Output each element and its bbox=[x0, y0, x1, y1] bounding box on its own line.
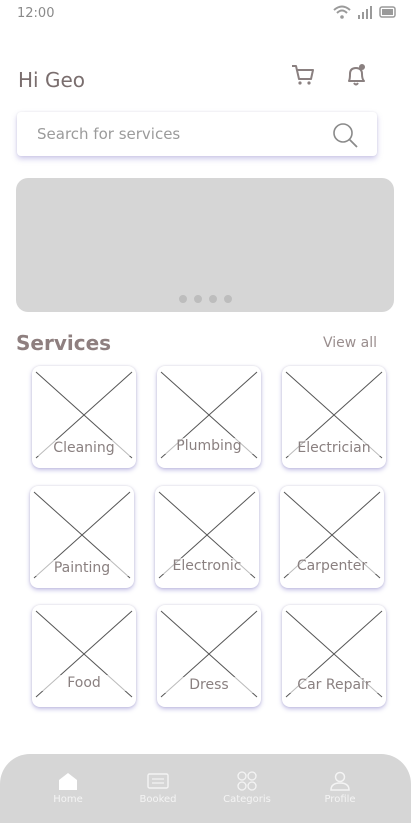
image-placeholder-icon bbox=[35, 610, 133, 698]
wifi-icon bbox=[333, 5, 351, 19]
nav-label: Profile bbox=[324, 794, 356, 805]
service-label: Electronic bbox=[155, 558, 259, 574]
services-title: Services bbox=[16, 331, 112, 355]
greeting-text: Hi Geo bbox=[18, 68, 85, 92]
service-card-dress[interactable]: Dress bbox=[157, 605, 261, 707]
carousel-dots bbox=[179, 295, 232, 303]
status-bar: 12:00 bbox=[0, 0, 411, 28]
bell-icon[interactable] bbox=[343, 62, 369, 88]
home-icon bbox=[59, 773, 77, 790]
service-label: Carpenter bbox=[280, 558, 384, 574]
nav-label: Booked bbox=[139, 794, 177, 805]
service-card-car-repair[interactable]: Car Repair bbox=[282, 605, 386, 707]
service-label: Plumbing bbox=[157, 438, 261, 454]
service-card-food[interactable]: Food bbox=[32, 605, 136, 707]
carousel-dot[interactable] bbox=[179, 295, 187, 303]
profile-icon bbox=[330, 771, 350, 791]
service-label: Car Repair bbox=[282, 677, 386, 693]
promo-banner[interactable] bbox=[16, 178, 394, 312]
service-card-plumbing[interactable]: Plumbing bbox=[157, 366, 261, 468]
categories-icon bbox=[237, 771, 257, 791]
service-label: Painting bbox=[30, 560, 134, 576]
view-all-link[interactable]: View all bbox=[323, 335, 377, 351]
bottom-nav: Home Booked Categoris Profile bbox=[0, 754, 411, 823]
search-input[interactable]: Search for services bbox=[37, 125, 180, 143]
service-label: Cleaning bbox=[32, 440, 136, 456]
nav-label: Categoris bbox=[223, 794, 271, 805]
search-bar[interactable]: Search for services bbox=[17, 112, 377, 156]
status-time: 12:00 bbox=[17, 6, 55, 21]
nav-item-booked[interactable]: Booked bbox=[123, 770, 193, 805]
booked-icon bbox=[147, 773, 169, 789]
service-card-cleaning[interactable]: Cleaning bbox=[32, 366, 136, 468]
service-label: Food bbox=[32, 675, 136, 691]
service-label: Electrician bbox=[282, 440, 386, 456]
signal-icon bbox=[358, 6, 372, 19]
battery-icon bbox=[379, 6, 396, 18]
nav-item-home[interactable]: Home bbox=[33, 770, 103, 805]
carousel-dot[interactable] bbox=[194, 295, 202, 303]
service-card-carpenter[interactable]: Carpenter bbox=[280, 486, 384, 588]
status-icons bbox=[333, 5, 397, 19]
search-icon[interactable] bbox=[331, 121, 359, 149]
service-card-electrician[interactable]: Electrician bbox=[282, 366, 386, 468]
service-card-electronic[interactable]: Electronic bbox=[155, 486, 259, 588]
carousel-dot[interactable] bbox=[209, 295, 217, 303]
cart-icon[interactable] bbox=[290, 62, 316, 88]
carousel-dot[interactable] bbox=[224, 295, 232, 303]
service-label: Dress bbox=[157, 677, 261, 693]
nav-item-categories[interactable]: Categoris bbox=[212, 770, 282, 805]
service-card-painting[interactable]: Painting bbox=[30, 486, 134, 588]
nav-label: Home bbox=[53, 794, 83, 805]
nav-item-profile[interactable]: Profile bbox=[305, 770, 375, 805]
